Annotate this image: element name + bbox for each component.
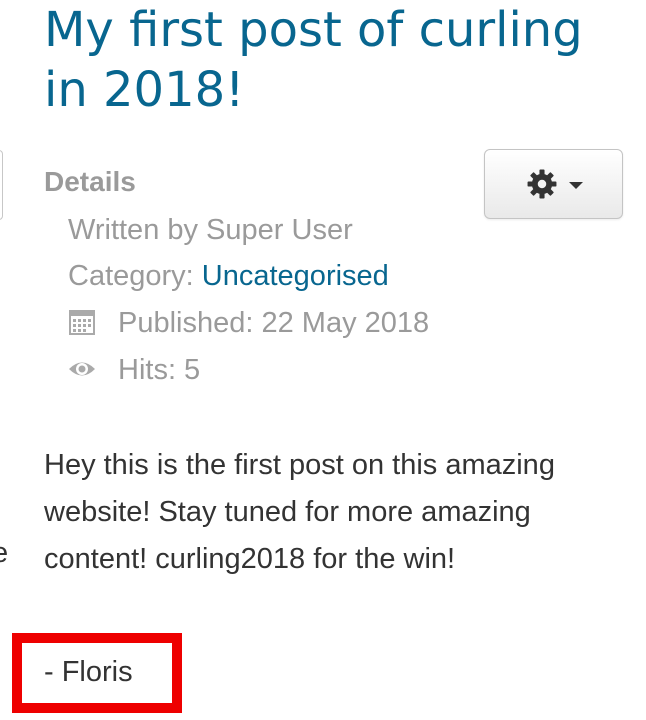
caret-down-icon [568,181,583,189]
category-prefix: Category: [68,260,202,292]
article-author: Written by Super User [68,210,353,250]
gear-icon [527,169,556,199]
article-published: Published: 22 May 2018 [68,303,429,343]
author-text: Written by Super User [68,214,353,246]
article-body: Hey this is the first post on this amazi… [44,449,555,575]
published-text: Published: 22 May 2018 [118,307,430,339]
article-hits: Hits: 5 [68,350,200,390]
cropped-text-fragment: e [0,537,9,569]
article-title: My first post of curling in 2018! [44,2,583,118]
category-link[interactable]: Uncategorised [202,260,389,292]
details-label: Details [44,166,136,197]
hits-text: Hits: 5 [118,354,201,386]
article-tools-button[interactable] [484,149,623,219]
highlight-box [12,633,182,713]
article-category: Category: Uncategorised [68,256,389,296]
eye-icon [69,362,95,376]
calendar-icon [69,310,95,335]
partial-sidebar-box [0,150,3,220]
